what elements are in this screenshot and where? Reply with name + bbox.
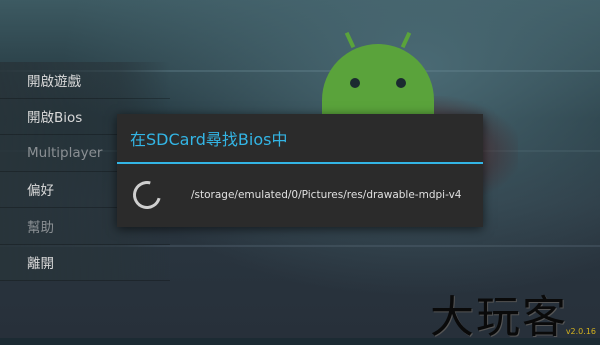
android-eye bbox=[350, 78, 360, 88]
dialog-body: /storage/emulated/0/Pictures/res/drawabl… bbox=[117, 164, 483, 226]
menu-item-label: 偏好 bbox=[27, 183, 54, 200]
menu-item-label: 離開 bbox=[27, 256, 54, 273]
progress-dialog: 在SDCard尋找Bios中 /storage/emulated/0/Pictu… bbox=[117, 114, 483, 227]
menu-item-label: Multiplayer bbox=[27, 144, 103, 161]
android-eye bbox=[396, 78, 406, 88]
dialog-message: /storage/emulated/0/Pictures/res/drawabl… bbox=[191, 189, 462, 201]
menu-item-label: 幫助 bbox=[27, 219, 54, 236]
menu-item-label: 開啟遊戲 bbox=[27, 73, 81, 90]
brand-logo-text: 大玩客 bbox=[430, 292, 568, 343]
dialog-title: 在SDCard尋找Bios中 bbox=[130, 130, 288, 149]
menu-item-label: 開啟Bios bbox=[27, 110, 83, 127]
menu-item-open-game[interactable]: 開啟遊戲 bbox=[0, 62, 170, 99]
menu-item-exit[interactable]: 離開 bbox=[0, 244, 170, 281]
loading-spinner-icon bbox=[127, 175, 167, 215]
version-label: v2.0.16 bbox=[565, 327, 596, 336]
